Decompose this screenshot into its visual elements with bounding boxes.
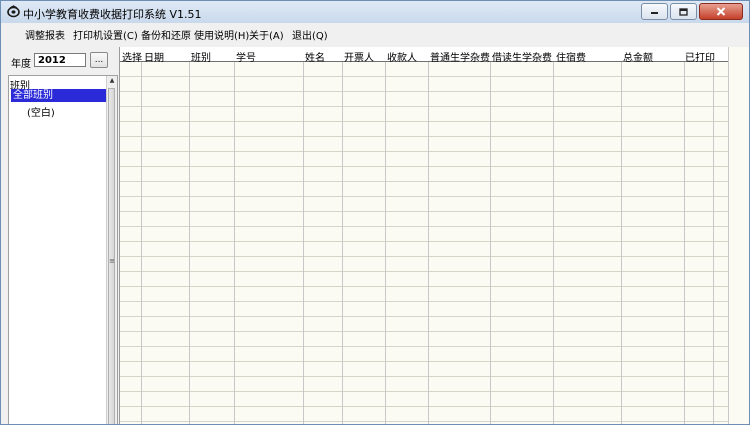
minimize-button[interactable] (641, 3, 668, 20)
title-bar[interactable]: 中小学教育收费收据打印系统 V1.51 (1, 1, 749, 23)
tree-item-all-classes[interactable]: 全部班别 (11, 89, 107, 102)
window-controls (639, 3, 743, 20)
year-picker-button[interactable]: ... (90, 52, 108, 68)
column-header-date[interactable]: 日期 (144, 49, 164, 64)
maximize-icon (679, 7, 688, 16)
close-icon (716, 7, 726, 16)
column-divider (684, 47, 685, 424)
minimize-icon (651, 12, 658, 14)
column-divider (342, 47, 343, 424)
column-header-issuer[interactable]: 开票人 (344, 49, 374, 64)
app-window: 中小学教育收费收据打印系统 V1.51 调整报表 打印机设置(C) 备份和还原 … (0, 0, 750, 425)
year-label: 年度 (11, 59, 31, 70)
column-divider (303, 47, 304, 424)
column-divider (385, 47, 386, 424)
maximize-button[interactable] (670, 3, 697, 20)
menu-about[interactable]: 关于(A) (249, 27, 284, 42)
column-divider (428, 47, 429, 424)
app-icon (7, 5, 20, 18)
tree-item-blank[interactable]: (空白) (27, 104, 55, 119)
column-divider (234, 47, 235, 424)
menu-adjust-report[interactable]: 调整报表 (25, 27, 65, 42)
column-divider (621, 47, 622, 424)
grid-right-edge (728, 47, 749, 424)
column-divider (189, 47, 190, 424)
grid-header: 选择 日期 班别 学号 姓名 开票人 收款人 普通生学杂费 借读生学杂费 住宿费… (120, 47, 728, 64)
column-header-regular-fee[interactable]: 普通生学杂费 (430, 49, 490, 64)
menu-help[interactable]: 使用说明(H) (194, 27, 249, 42)
class-tree[interactable]: 班别 全部班别 (空白) ▲ ≡ (8, 75, 118, 424)
column-header-printed[interactable]: 已打印 (685, 49, 715, 64)
grid-rows[interactable] (120, 62, 728, 424)
close-button[interactable] (699, 3, 743, 20)
column-header-select[interactable]: 选择 (122, 49, 142, 64)
tree-scrollbar[interactable]: ▲ ≡ (106, 76, 117, 424)
column-header-name[interactable]: 姓名 (305, 49, 325, 64)
menu-backup-restore[interactable]: 备份和还原 (141, 27, 191, 42)
menu-exit[interactable]: 退出(Q) (292, 27, 328, 42)
column-header-student-id[interactable]: 学号 (236, 49, 256, 64)
column-header-payee[interactable]: 收款人 (387, 49, 417, 64)
scroll-up-icon[interactable]: ▲ (107, 76, 117, 86)
column-header-total[interactable]: 总金额 (623, 49, 653, 64)
menu-bar: 调整报表 打印机设置(C) 备份和还原 使用说明(H) 关于(A) 退出(Q) (1, 23, 749, 43)
column-divider (141, 47, 142, 424)
column-header-class[interactable]: 班别 (191, 49, 211, 64)
column-divider (713, 47, 714, 424)
column-divider (553, 47, 554, 424)
column-header-transient-fee[interactable]: 借读生学杂费 (492, 49, 552, 64)
year-input[interactable]: 2012 (34, 53, 86, 67)
column-divider (490, 47, 491, 424)
column-header-boarding-fee[interactable]: 住宿费 (556, 49, 586, 64)
scroll-grip-icon: ≡ (109, 257, 115, 265)
records-grid[interactable]: 选择 日期 班别 学号 姓名 开票人 收款人 普通生学杂费 借读生学杂费 住宿费… (119, 47, 728, 424)
menu-printer-settings[interactable]: 打印机设置(C) (73, 27, 138, 42)
window-title: 中小学教育收费收据打印系统 V1.51 (23, 8, 202, 21)
